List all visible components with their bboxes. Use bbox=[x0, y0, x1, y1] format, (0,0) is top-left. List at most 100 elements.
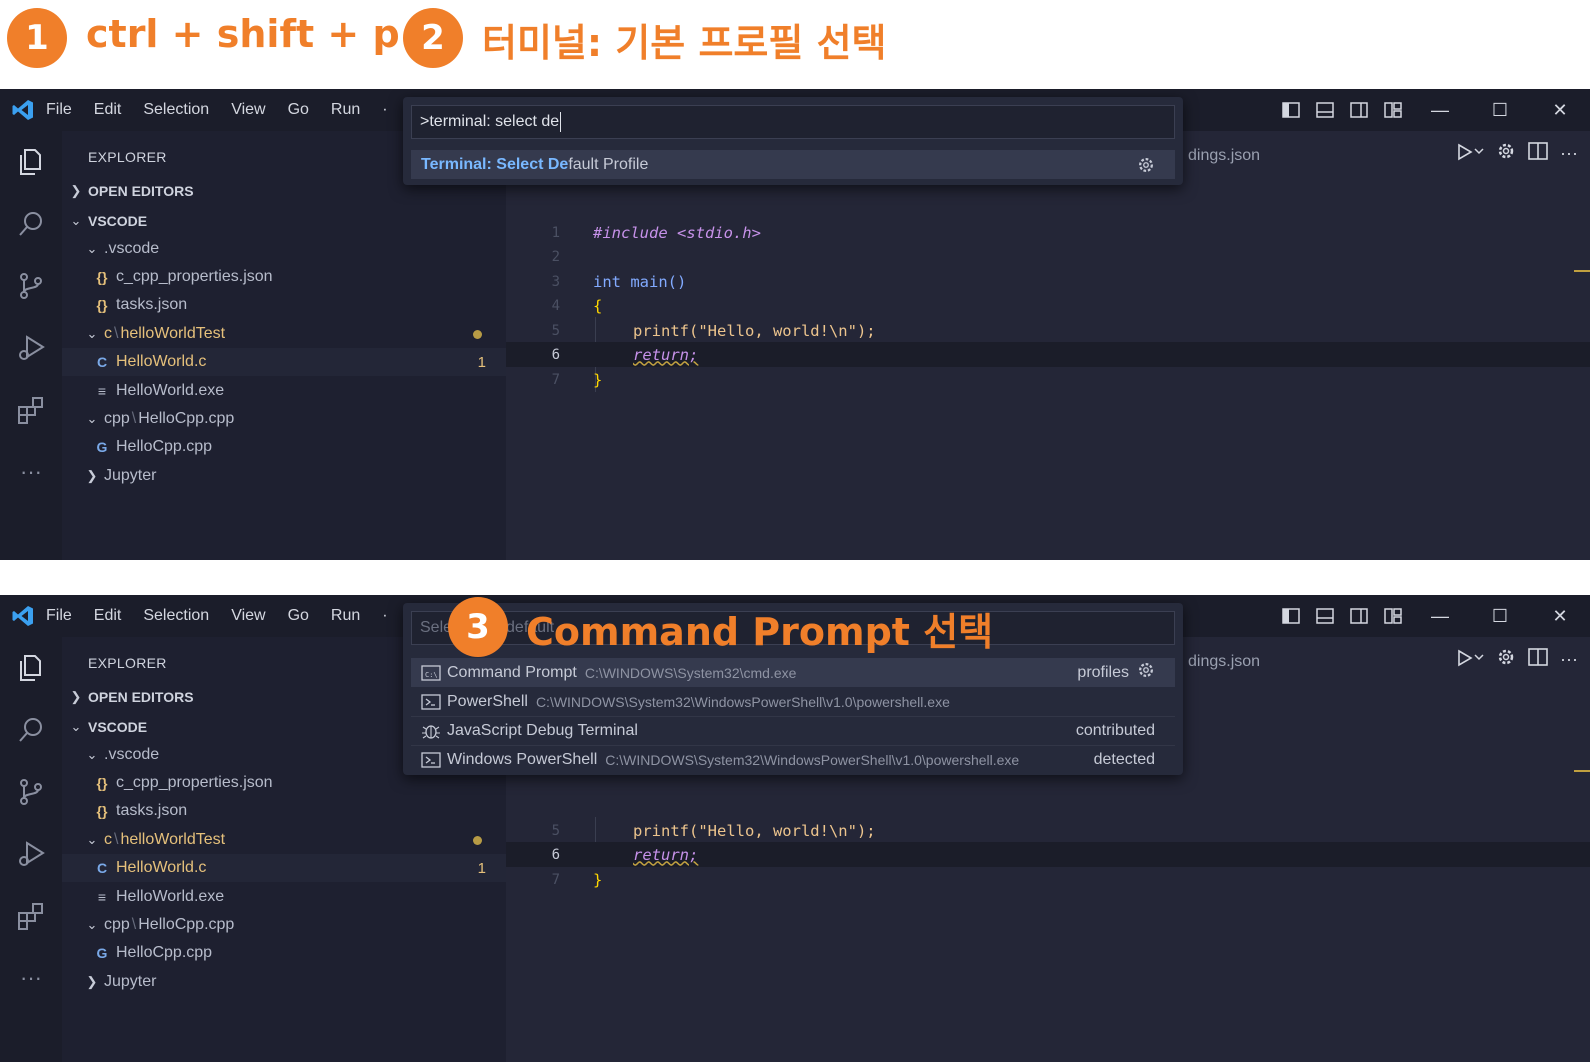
explorer-icon[interactable] bbox=[0, 131, 62, 193]
search-icon[interactable] bbox=[0, 699, 62, 761]
vscode-folder-section[interactable]: ⌄ VSCODE bbox=[62, 207, 506, 235]
profile-item-windows-powershell[interactable]: Windows PowerShell C:\WINDOWS\System32\Wi… bbox=[411, 745, 1175, 774]
tree-item-hello-world-test[interactable]: ⌄ c \ helloWorldTest bbox=[62, 320, 506, 348]
run-debug-icon[interactable] bbox=[0, 823, 62, 885]
close-button[interactable]: ✕ bbox=[1530, 89, 1590, 131]
chevron-down-icon: ⌄ bbox=[86, 832, 98, 847]
command-palette: >terminal: select de Terminal: Select De… bbox=[403, 97, 1183, 185]
code-line: 3 int main() bbox=[551, 272, 687, 291]
menu-more[interactable]: · bbox=[382, 101, 387, 119]
toggle-primary-sidebar-icon[interactable] bbox=[1274, 595, 1308, 637]
tree-item-hello-cpp[interactable]: G HelloCpp.cpp bbox=[62, 433, 506, 461]
c-file-icon: C bbox=[96, 354, 108, 370]
menu-selection[interactable]: Selection bbox=[143, 101, 209, 119]
search-icon[interactable] bbox=[0, 193, 62, 255]
tree-item-hello-world-exe[interactable]: ≡ HelloWorld.exe bbox=[62, 883, 506, 911]
menu-file[interactable]: File bbox=[46, 607, 72, 625]
editor-tab-fragment[interactable]: dings.json bbox=[1188, 653, 1260, 671]
terminal-cmd-icon: C:\ bbox=[421, 664, 441, 682]
more-actions-icon[interactable]: ··· bbox=[1560, 649, 1578, 670]
split-editor-icon[interactable] bbox=[1528, 142, 1548, 165]
menu-edit[interactable]: Edit bbox=[94, 607, 122, 625]
more-icon[interactable]: ··· bbox=[0, 441, 62, 503]
menu-run[interactable]: Run bbox=[331, 607, 360, 625]
tree-item-cpp-folder[interactable]: ⌄ cpp \ HelloCpp.cpp bbox=[62, 911, 506, 939]
minimize-button[interactable]: — bbox=[1410, 595, 1470, 637]
extensions-icon[interactable] bbox=[0, 885, 62, 947]
more-icon[interactable]: ··· bbox=[0, 947, 62, 1009]
explorer-sidebar: EXPLORER ❯ OPEN EDITORS ⌄ VSCODE ⌄ .vscode … bbox=[62, 131, 506, 560]
group-label: profiles bbox=[1077, 663, 1129, 681]
profile-item-js-debug-terminal[interactable]: JavaScript Debug Terminal contributed bbox=[411, 716, 1175, 745]
explorer-icon[interactable] bbox=[0, 637, 62, 699]
configure-gear-icon[interactable] bbox=[1137, 156, 1155, 174]
chevron-right-icon: ❯ bbox=[86, 468, 98, 483]
source-control-icon[interactable] bbox=[0, 761, 62, 823]
toggle-panel-icon[interactable] bbox=[1308, 595, 1342, 637]
menu-view[interactable]: View bbox=[231, 101, 265, 119]
toggle-primary-sidebar-icon[interactable] bbox=[1274, 89, 1308, 131]
palette-item-select-default-profile[interactable]: Terminal: Select De fault Profile bbox=[411, 150, 1175, 179]
tree-item-tasks-json[interactable]: {} tasks.json bbox=[62, 291, 506, 319]
tree-item-cpp-folder[interactable]: ⌄ cpp \ HelloCpp.cpp bbox=[62, 405, 506, 433]
gear-icon[interactable] bbox=[1496, 647, 1516, 672]
gear-icon[interactable] bbox=[1496, 141, 1516, 166]
toggle-secondary-sidebar-icon[interactable] bbox=[1342, 89, 1376, 131]
code-line: 7} bbox=[551, 370, 603, 389]
json-icon: {} bbox=[96, 269, 108, 285]
menu-go[interactable]: Go bbox=[288, 101, 309, 119]
menu-selection[interactable]: Selection bbox=[143, 607, 209, 625]
customize-layout-icon[interactable] bbox=[1376, 89, 1410, 131]
tree-item-vscode[interactable]: ⌄ .vscode bbox=[62, 235, 506, 263]
menu-go[interactable]: Go bbox=[288, 607, 309, 625]
run-debug-icon[interactable] bbox=[0, 317, 62, 379]
toggle-panel-icon[interactable] bbox=[1308, 89, 1342, 131]
minimize-button[interactable]: — bbox=[1410, 89, 1470, 131]
menu-file[interactable]: File bbox=[46, 101, 72, 119]
split-editor-icon[interactable] bbox=[1528, 648, 1548, 671]
tree-item-hello-cpp[interactable]: G HelloCpp.cpp bbox=[62, 939, 506, 967]
editor-tab-fragment[interactable]: dings.json bbox=[1188, 147, 1260, 165]
tree-item-tasks-json[interactable]: {} tasks.json bbox=[62, 797, 506, 825]
source-control-icon[interactable] bbox=[0, 255, 62, 317]
menu-run[interactable]: Run bbox=[331, 101, 360, 119]
tree-item-hello-world-c[interactable]: C HelloWorld.c 1 bbox=[62, 348, 506, 376]
json-icon: {} bbox=[96, 297, 108, 313]
modified-dot bbox=[473, 329, 482, 339]
profile-item-powershell[interactable]: PowerShell C:\WINDOWS\System32\WindowsPow… bbox=[411, 687, 1175, 716]
code-line: 5 printf("Hello, world!\n"); bbox=[551, 321, 876, 340]
chevron-down-icon: ⌄ bbox=[86, 326, 98, 341]
tree-item-jupyter[interactable]: ❯ Jupyter bbox=[62, 968, 506, 996]
tree-item-c-cpp-properties[interactable]: {} c_cpp_properties.json bbox=[62, 263, 506, 291]
maximize-button[interactable]: ☐ bbox=[1470, 89, 1530, 131]
code-line-current: 6 return; bbox=[506, 842, 1590, 867]
vscode-logo-icon bbox=[0, 595, 46, 637]
tree-item-hello-world-c[interactable]: C HelloWorld.c 1 bbox=[62, 854, 506, 882]
profile-item-command-prompt[interactable]: C:\ Command Prompt C:\WINDOWS\System32\cm… bbox=[411, 658, 1175, 687]
tree-item-hello-world-test[interactable]: ⌄ c \ helloWorldTest bbox=[62, 826, 506, 854]
chevron-right-icon: ❯ bbox=[86, 974, 98, 989]
run-file-icon[interactable] bbox=[1456, 647, 1484, 672]
menu-more[interactable]: · bbox=[382, 607, 387, 625]
extensions-icon[interactable] bbox=[0, 379, 62, 441]
menu-view[interactable]: View bbox=[231, 607, 265, 625]
tree-item-hello-world-exe[interactable]: ≡ HelloWorld.exe bbox=[62, 377, 506, 405]
terminal-powershell-icon bbox=[421, 693, 441, 711]
step-1-text: ctrl + shift + p bbox=[86, 12, 400, 56]
menu-edit[interactable]: Edit bbox=[94, 101, 122, 119]
problem-count-badge: 1 bbox=[477, 353, 486, 371]
close-button[interactable]: ✕ bbox=[1530, 595, 1590, 637]
toggle-secondary-sidebar-icon[interactable] bbox=[1342, 595, 1376, 637]
tree-item-jupyter[interactable]: ❯ Jupyter bbox=[62, 462, 506, 490]
configure-gear-icon[interactable] bbox=[1137, 661, 1155, 684]
code-line: 7} bbox=[551, 870, 603, 889]
command-palette-input[interactable]: >terminal: select de bbox=[411, 105, 1175, 139]
json-icon: {} bbox=[96, 775, 108, 791]
code-line: 5 printf("Hello, world!\n"); bbox=[551, 821, 876, 840]
binary-file-icon: ≡ bbox=[97, 889, 107, 905]
run-file-icon[interactable] bbox=[1456, 141, 1484, 166]
customize-layout-icon[interactable] bbox=[1376, 595, 1410, 637]
maximize-button[interactable]: ☐ bbox=[1470, 595, 1530, 637]
scrollbar-marker bbox=[1574, 770, 1590, 772]
more-actions-icon[interactable]: ··· bbox=[1560, 143, 1578, 164]
